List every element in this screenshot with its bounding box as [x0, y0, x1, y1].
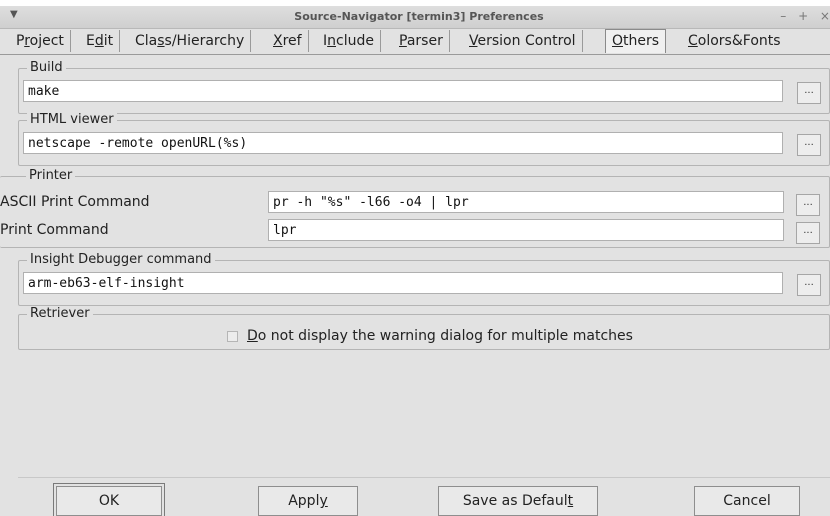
printer-group: Printer ASCII Print Command pr -h "%s" -… — [0, 168, 830, 248]
printer-group-label: Printer — [26, 168, 76, 184]
apply-button[interactable]: Apply — [258, 486, 358, 516]
ok-button[interactable]: OK — [53, 483, 165, 516]
tab-project[interactable]: Project — [10, 30, 71, 52]
window-controls[interactable]: – + × — [780, 9, 830, 23]
debugger-group: Insight Debugger command arm-eb63-elf-in… — [18, 252, 830, 306]
html-viewer-group-label: HTML viewer — [27, 112, 117, 128]
tab-xref[interactable]: Xref — [267, 30, 309, 52]
build-group: Build make ... — [18, 60, 830, 114]
print-command-label: Print Command — [0, 222, 109, 238]
title-bar[interactable]: ▼ Source-Navigator [termin3] Preferences… — [0, 6, 830, 29]
tab-include[interactable]: Include — [317, 30, 381, 52]
window-title: Source-Navigator [termin3] Preferences — [294, 10, 544, 23]
multiple-matches-checkbox-label[interactable]: Do not display the warning dialog for mu… — [247, 327, 633, 345]
tab-content-border — [0, 54, 830, 55]
multiple-matches-checkbox[interactable] — [227, 331, 238, 342]
build-browse-button[interactable]: ... — [797, 82, 821, 104]
tab-class-hierarchy[interactable]: Class/Hierarchy — [129, 30, 252, 52]
build-command-input[interactable]: make — [23, 80, 783, 102]
button-separator — [18, 477, 830, 478]
ascii-print-command-input[interactable]: pr -h "%s" -l66 -o4 | lpr — [268, 191, 784, 213]
html-viewer-group: HTML viewer netscape -remote openURL(%s)… — [18, 112, 830, 166]
print-command-browse-button[interactable]: ... — [796, 222, 820, 244]
retriever-group-label: Retriever — [27, 306, 93, 322]
debugger-browse-button[interactable]: ... — [797, 274, 821, 296]
retriever-group: Retriever Do not display the warning dia… — [18, 306, 830, 350]
html-viewer-browse-button[interactable]: ... — [797, 134, 821, 156]
print-command-input[interactable]: lpr — [268, 219, 784, 241]
save-as-default-button[interactable]: Save as Default — [438, 486, 598, 516]
tab-edit[interactable]: Edit — [80, 30, 121, 52]
debugger-command-input[interactable]: arm-eb63-elf-insight — [23, 272, 783, 294]
tab-version-control[interactable]: Version Control — [463, 30, 583, 52]
tab-parser[interactable]: Parser — [393, 30, 450, 52]
debugger-group-label: Insight Debugger command — [27, 252, 215, 268]
cancel-button[interactable]: Cancel — [694, 486, 800, 516]
tab-colors-fonts[interactable]: Colors&Fonts — [682, 30, 787, 52]
html-viewer-input[interactable]: netscape -remote openURL(%s) — [23, 132, 783, 154]
ascii-print-label: ASCII Print Command — [0, 194, 150, 210]
ascii-print-browse-button[interactable]: ... — [796, 194, 820, 216]
preferences-window: ▼ Source-Navigator [termin3] Preferences… — [0, 6, 830, 516]
build-group-label: Build — [27, 60, 66, 76]
tab-others[interactable]: Others — [605, 29, 667, 53]
